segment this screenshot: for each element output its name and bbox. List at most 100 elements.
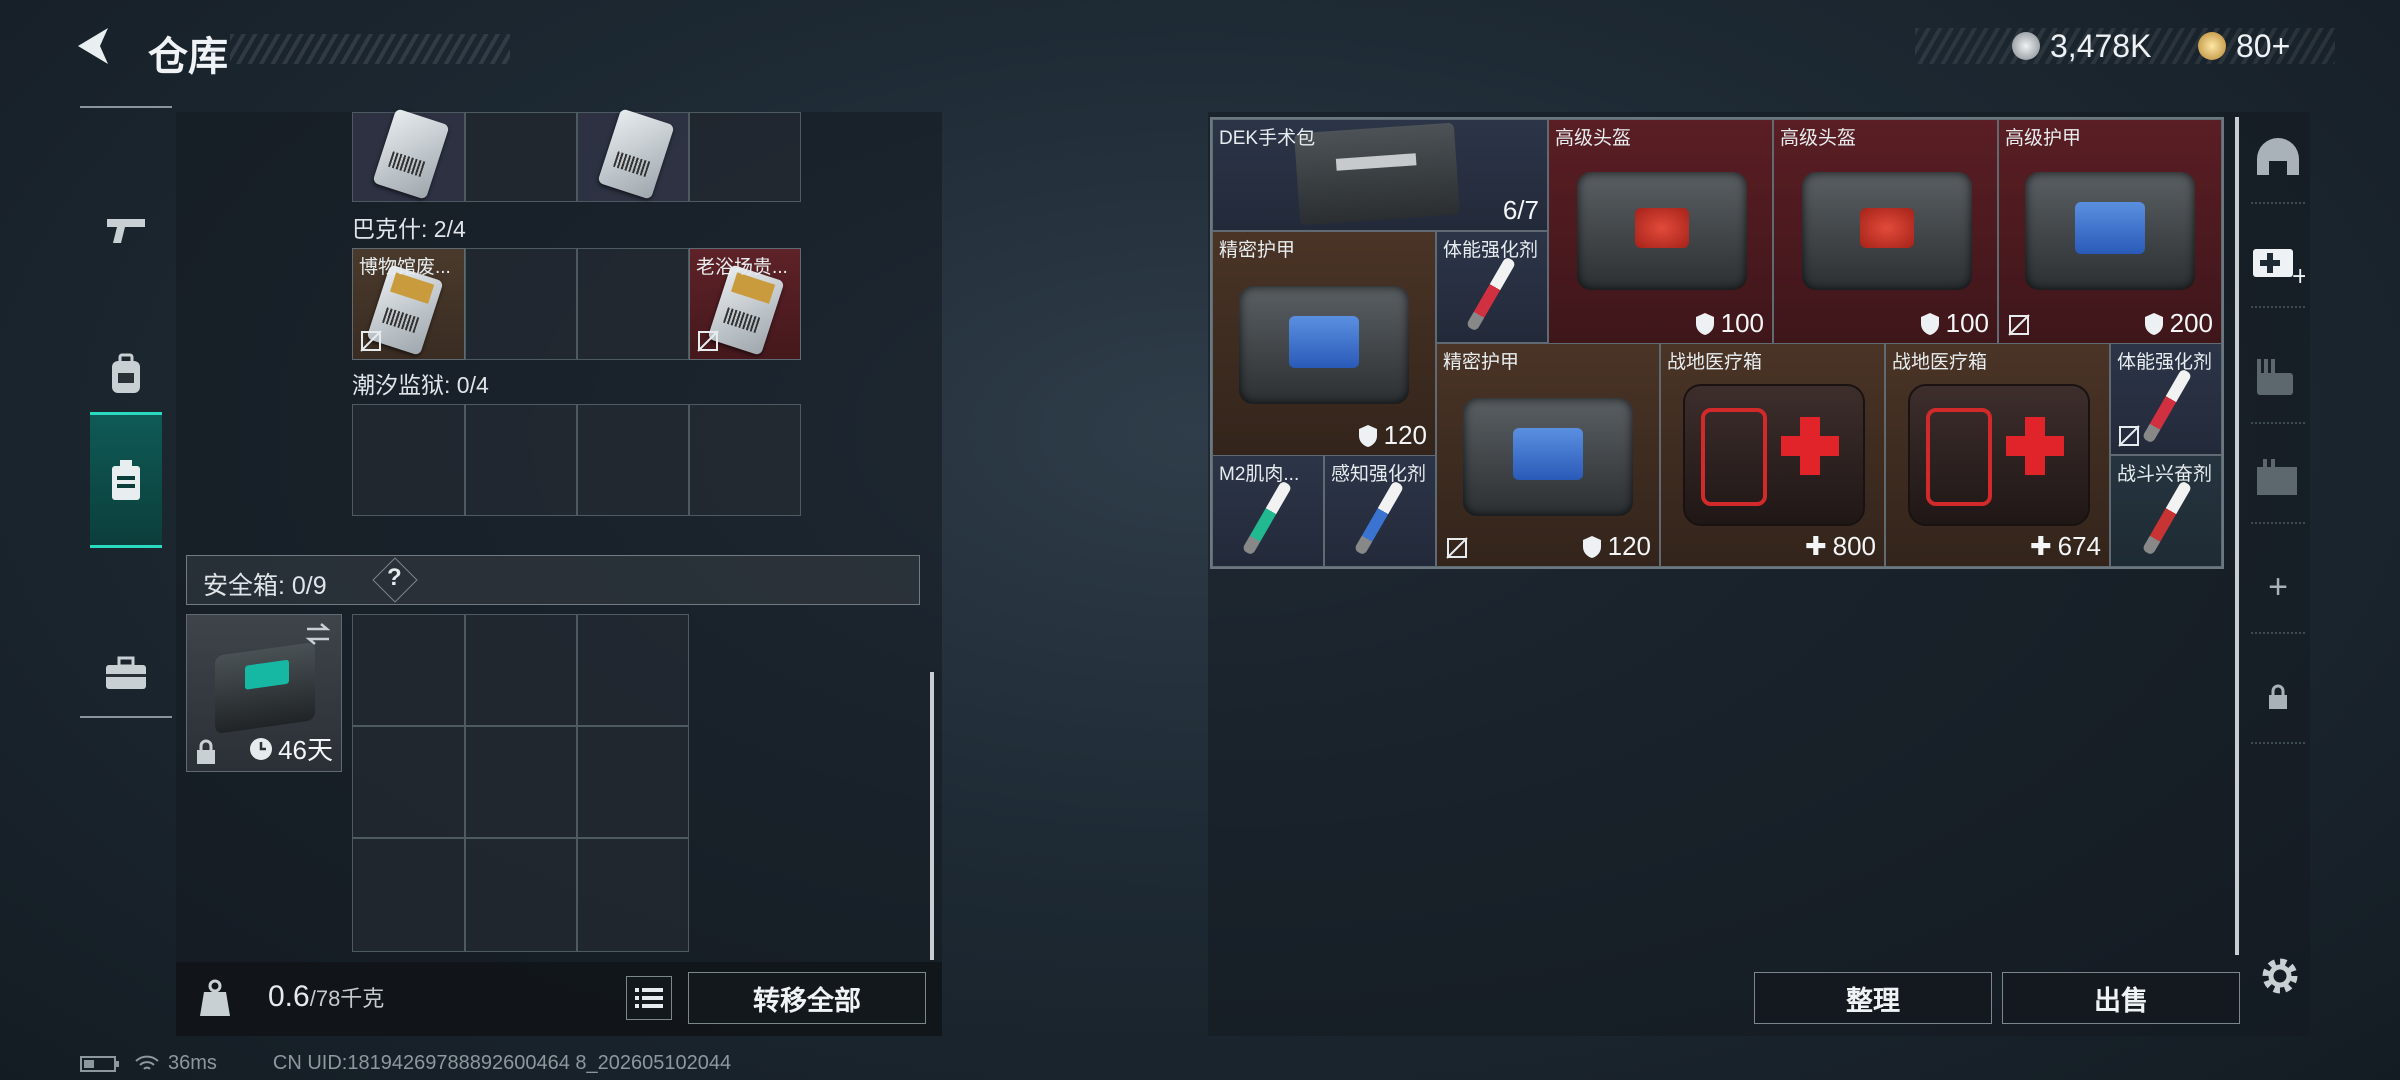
collection-slot[interactable] bbox=[352, 108, 465, 202]
rail-box[interactable] bbox=[2251, 432, 2305, 524]
uid-text: CN UID:18194269788892600464 8_2026051020… bbox=[272, 1052, 732, 1074]
item-value: 200 bbox=[2144, 308, 2213, 339]
help-button[interactable]: ? bbox=[387, 564, 402, 592]
item-label: 战斗兴奋剂 bbox=[2117, 464, 2213, 485]
no-trade-icon bbox=[2008, 314, 2030, 336]
safe-box-slot[interactable] bbox=[352, 614, 465, 726]
settings-button[interactable] bbox=[2258, 954, 2302, 1003]
inventory-item[interactable]: DEK手术包 6/7 bbox=[1212, 119, 1548, 231]
syringe-icon bbox=[1353, 480, 1405, 556]
durability-icon bbox=[1582, 535, 1601, 558]
collection-slot[interactable] bbox=[465, 404, 577, 516]
gold-currency[interactable]: 80+ bbox=[2198, 26, 2290, 66]
inventory-item[interactable]: 战地医疗箱 ✚ 800 bbox=[1660, 343, 1885, 567]
collection-item[interactable]: 博物馆废... bbox=[352, 248, 465, 360]
sort-button[interactable]: 整理 bbox=[1754, 972, 1992, 1024]
armor-case-icon bbox=[1463, 398, 1633, 516]
inventory-item[interactable]: 战地医疗箱 ✚ 674 bbox=[1885, 343, 2110, 567]
item-value: 100 bbox=[1695, 308, 1764, 339]
svg-text:+: + bbox=[2291, 264, 2305, 283]
rail-weapon[interactable] bbox=[90, 164, 162, 294]
safe-box-slot[interactable] bbox=[465, 726, 577, 838]
collection-label: 潮汐监狱: 0/4 bbox=[352, 372, 489, 398]
lock-icon bbox=[2269, 684, 2287, 709]
list-view-button[interactable] bbox=[626, 976, 672, 1020]
inventory-item[interactable]: 高级头盔 100 bbox=[1548, 119, 1773, 344]
sell-button[interactable]: 出售 bbox=[2002, 972, 2240, 1024]
duration-text: 46天 bbox=[278, 735, 333, 765]
rail-helmet[interactable] bbox=[2251, 112, 2305, 204]
safe-box-slot[interactable] bbox=[577, 838, 689, 952]
inventory-item[interactable]: 高级护甲 200 bbox=[1998, 119, 2222, 344]
backpack-scrollbar[interactable] bbox=[2235, 117, 2239, 955]
clock-icon bbox=[250, 737, 273, 760]
back-button[interactable] bbox=[70, 22, 130, 74]
syringe-icon bbox=[1465, 256, 1517, 332]
safe-box-slot[interactable] bbox=[352, 838, 465, 952]
collection-slot[interactable] bbox=[577, 108, 689, 202]
safe-box-slot[interactable] bbox=[577, 726, 689, 838]
collection-slot[interactable] bbox=[689, 404, 801, 516]
heal-plus-icon: ✚ bbox=[2029, 531, 2052, 561]
collection-slot[interactable] bbox=[465, 248, 577, 360]
item-label: 精密护甲 bbox=[1443, 352, 1520, 373]
item-label: 高级头盔 bbox=[1780, 128, 1857, 149]
card-item-icon bbox=[372, 108, 450, 200]
collection-item[interactable]: 老浴场贵... bbox=[689, 248, 801, 360]
safe-box-slot[interactable] bbox=[577, 614, 689, 726]
rail-add[interactable]: + bbox=[2251, 542, 2305, 634]
first-aid-kit-icon bbox=[1908, 384, 2090, 526]
heal-plus-icon: ✚ bbox=[1804, 531, 1827, 561]
inventory-item[interactable]: 战斗兴奋剂 bbox=[2110, 455, 2222, 567]
ammo-icon bbox=[2257, 359, 2293, 395]
item-value: 120 bbox=[1582, 531, 1651, 562]
weight-current: 0.6 bbox=[268, 980, 310, 1013]
transfer-all-button[interactable]: 转移全部 bbox=[688, 972, 926, 1024]
rail-medical[interactable]: + bbox=[2251, 216, 2305, 308]
inventory-item[interactable]: 感知强化剂 bbox=[1324, 455, 1436, 567]
container-rail: + + bbox=[2245, 112, 2311, 1036]
helmet-icon bbox=[2257, 138, 2299, 175]
collection-slot[interactable] bbox=[577, 248, 689, 360]
inventory-item[interactable]: 高级头盔 100 bbox=[1773, 119, 1998, 344]
silver-coin-icon bbox=[2012, 32, 2040, 60]
inventory-item[interactable]: M2肌肉... bbox=[1212, 455, 1324, 567]
inventory-item[interactable]: 精密护甲 120 bbox=[1212, 231, 1436, 456]
item-label: 老浴场贵... bbox=[696, 257, 788, 278]
rail-locked[interactable] bbox=[2251, 652, 2305, 744]
durability-icon bbox=[1358, 424, 1377, 447]
rail-briefcase[interactable] bbox=[90, 608, 162, 738]
value-text: 200 bbox=[2169, 308, 2213, 338]
safebox-icon bbox=[112, 460, 140, 500]
backpack-icon bbox=[112, 353, 140, 393]
collection-slot[interactable] bbox=[577, 404, 689, 516]
briefcase-icon bbox=[106, 656, 146, 689]
safe-box-item[interactable]: 46天 bbox=[186, 614, 342, 772]
safe-box-slot[interactable] bbox=[352, 726, 465, 838]
no-trade-icon bbox=[697, 330, 719, 352]
item-label: 高级护甲 bbox=[2005, 128, 2082, 149]
silver-currency[interactable]: 3,478K bbox=[2012, 26, 2151, 66]
swap-icon[interactable] bbox=[303, 621, 333, 647]
item-value: 6/7 bbox=[1502, 195, 1539, 225]
stash-scrollbar[interactable] bbox=[930, 672, 934, 960]
collection-slot[interactable] bbox=[689, 112, 801, 202]
item-label: M2肌肉... bbox=[1219, 464, 1300, 485]
safe-box-slot[interactable] bbox=[465, 614, 577, 726]
collection-slot[interactable] bbox=[465, 112, 577, 202]
battery-icon bbox=[80, 1055, 119, 1072]
inventory-item[interactable]: 精密护甲 120 bbox=[1436, 343, 1660, 567]
armor-case-icon bbox=[2025, 172, 2195, 290]
value-text: 800 bbox=[1832, 531, 1876, 561]
rail-safebox[interactable] bbox=[90, 412, 162, 548]
inventory-item[interactable]: 体能强化剂 bbox=[1436, 231, 1548, 343]
durability-icon bbox=[1695, 312, 1714, 335]
syringe-icon bbox=[1241, 480, 1293, 556]
weight-bar: 0.6 /78千克 转移全部 bbox=[176, 962, 942, 1036]
inventory-item[interactable]: 体能强化剂 bbox=[2110, 343, 2222, 455]
rail-ammo[interactable] bbox=[2251, 332, 2305, 424]
collection-slot[interactable] bbox=[352, 404, 465, 516]
safe-box-slot[interactable] bbox=[465, 838, 577, 952]
item-label: 博物馆废... bbox=[359, 257, 451, 278]
value-text: 100 bbox=[1945, 308, 1989, 338]
